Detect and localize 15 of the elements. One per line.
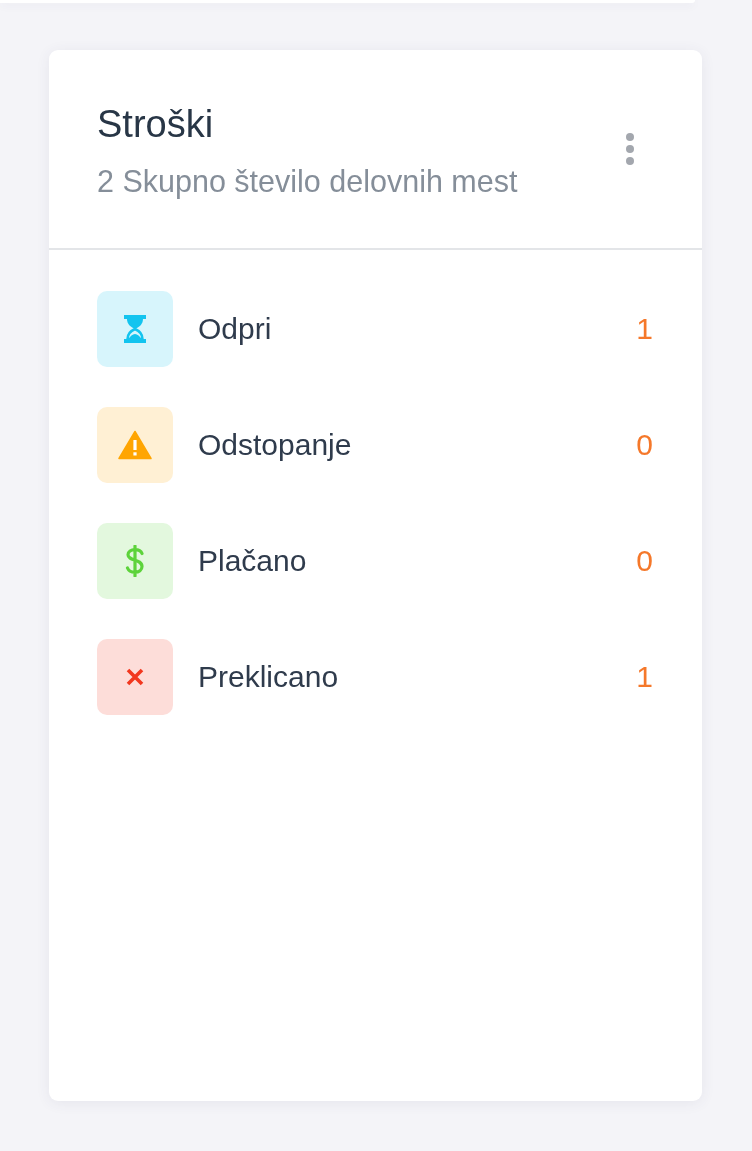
- status-count: 1: [636, 311, 653, 347]
- status-label: Odstopanje: [198, 427, 353, 463]
- cross-icon: [97, 639, 173, 715]
- status-count: 1: [636, 659, 653, 695]
- hourglass-icon: [97, 291, 173, 367]
- status-label: Plačano: [198, 543, 308, 579]
- warning-icon: [97, 407, 173, 483]
- status-count: 0: [636, 543, 653, 579]
- status-label: Odpri: [198, 311, 273, 347]
- card-title: Stroški: [97, 102, 215, 147]
- dollar-icon: [97, 523, 173, 599]
- status-label: Preklicano: [198, 659, 340, 695]
- kebab-menu-icon[interactable]: [626, 133, 634, 165]
- card-subtitle: 2 Skupno število delovnih mest: [97, 163, 518, 199]
- status-count: 0: [636, 427, 653, 463]
